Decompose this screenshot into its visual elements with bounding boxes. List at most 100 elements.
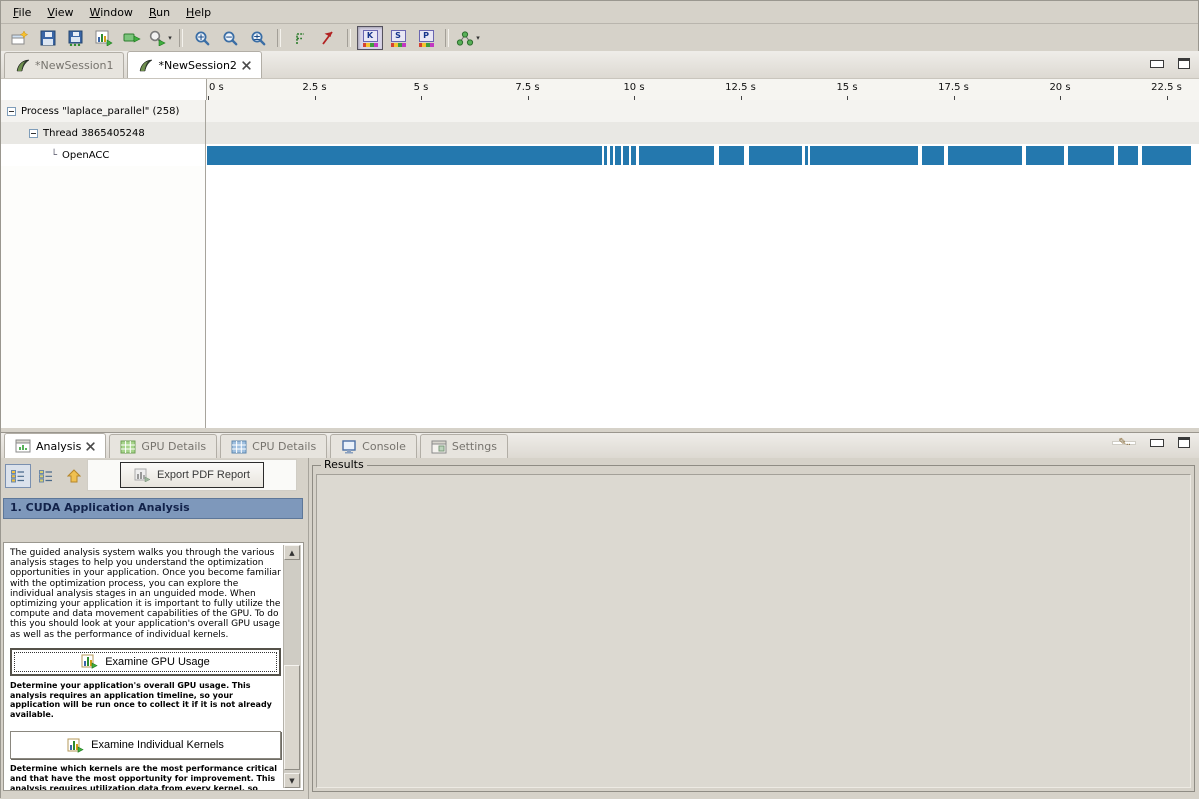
tab-label: Console bbox=[362, 440, 406, 453]
openacc-activity-segment[interactable] bbox=[639, 146, 714, 165]
openacc-activity-segment[interactable] bbox=[1026, 146, 1064, 165]
new-session-button[interactable] bbox=[7, 26, 33, 50]
timeline-row-band bbox=[206, 100, 1199, 122]
openacc-activity-segment[interactable] bbox=[207, 146, 602, 165]
analysis-toolbar: Export PDF Report bbox=[1, 458, 308, 494]
guided-analysis-view-button[interactable] bbox=[5, 464, 31, 488]
flag-marker-button[interactable] bbox=[315, 26, 341, 50]
save-all-icon bbox=[68, 30, 84, 46]
maximize-icon[interactable] bbox=[1178, 437, 1190, 448]
openacc-activity-segment[interactable] bbox=[610, 146, 613, 165]
analysis-scrollbar[interactable]: ▲ ▼ bbox=[283, 545, 301, 788]
save-all-button[interactable] bbox=[63, 26, 89, 50]
view-menu-pencil-icon[interactable]: ✎.. bbox=[1112, 441, 1136, 445]
chevron-down-icon[interactable]: ▾ bbox=[168, 34, 172, 42]
zoom-tool-button[interactable]: ▾ bbox=[147, 26, 173, 50]
timeline-row-band bbox=[206, 122, 1199, 144]
timeline-canvas[interactable] bbox=[206, 100, 1199, 428]
minimize-icon[interactable] bbox=[1150, 60, 1164, 68]
openacc-activity-segment[interactable] bbox=[922, 146, 944, 165]
session-tab-1[interactable]: *NewSession1 bbox=[4, 52, 124, 78]
free-marker-icon bbox=[293, 30, 307, 46]
console-icon bbox=[341, 440, 357, 454]
analysis-section-title: 1. CUDA Application Analysis bbox=[10, 501, 190, 514]
openacc-activity-segment[interactable] bbox=[623, 146, 629, 165]
openacc-activity-segment[interactable] bbox=[805, 146, 808, 165]
ruler-label: 20 s bbox=[1049, 82, 1070, 93]
menu-window[interactable]: Window bbox=[82, 3, 141, 22]
ruler-label: 7.5 s bbox=[515, 82, 539, 93]
scroll-up-icon[interactable]: ▲ bbox=[284, 545, 300, 560]
session-tab-2[interactable]: *NewSession2 bbox=[127, 51, 261, 78]
time-ruler[interactable]: 0 s2.5 s5 s7.5 s10 s12.5 s15 s17.5 s20 s… bbox=[206, 79, 1199, 101]
action-button-label: Examine GPU Usage bbox=[105, 656, 210, 668]
tab-console[interactable]: Console bbox=[330, 434, 417, 458]
stream-coloring-button[interactable]: S bbox=[385, 26, 411, 50]
tree-row-label: OpenACC bbox=[62, 150, 109, 161]
openacc-activity-segment[interactable] bbox=[1142, 146, 1191, 165]
promote-icon bbox=[67, 469, 81, 484]
ruler-label: 10 s bbox=[623, 82, 644, 93]
openacc-activity-segment[interactable] bbox=[1118, 146, 1138, 165]
openacc-activity-segment[interactable] bbox=[1068, 146, 1114, 165]
menu-file[interactable]: File bbox=[5, 3, 39, 22]
examine-individual-kernels-button[interactable]: Examine Individual Kernels bbox=[10, 731, 281, 759]
zoom-fit-icon: ± bbox=[250, 30, 267, 47]
examine-chart-icon bbox=[67, 738, 85, 753]
tab-cpu-details[interactable]: CPU Details bbox=[220, 434, 327, 458]
results-legend: Results bbox=[321, 458, 367, 471]
examine-chart-icon bbox=[81, 654, 99, 669]
tab-analysis[interactable]: Analysis bbox=[4, 433, 106, 458]
results-empty-panel bbox=[316, 474, 1191, 788]
kernel-coloring-button[interactable]: K bbox=[357, 26, 383, 50]
tab-gpu-details[interactable]: GPU Details bbox=[109, 434, 217, 458]
zoom-out-button[interactable]: − bbox=[217, 26, 243, 50]
tree-row-label: Thread 3865405248 bbox=[43, 128, 145, 139]
openacc-activity-segment[interactable] bbox=[631, 146, 637, 165]
leaf-connector: └ bbox=[51, 150, 57, 161]
openacc-activity-segment[interactable] bbox=[604, 146, 607, 165]
tree-row-thread[interactable]: Thread 3865405248 bbox=[1, 122, 205, 144]
free-marker-button[interactable] bbox=[287, 26, 313, 50]
menu-help[interactable]: Help bbox=[178, 3, 219, 22]
maximize-icon[interactable] bbox=[1178, 58, 1190, 69]
guided-analysis-view-icon bbox=[10, 469, 26, 483]
menu-view[interactable]: View bbox=[39, 3, 81, 22]
tab-label: GPU Details bbox=[141, 440, 206, 453]
zoom-out-icon: − bbox=[222, 30, 239, 47]
minimize-icon[interactable] bbox=[1150, 439, 1164, 447]
timeline-row-tree: Process "laplace_parallel" (258) Thread 3… bbox=[1, 100, 206, 428]
menubar: FileViewWindowRunHelp bbox=[1, 1, 1198, 24]
expander-minus-icon[interactable] bbox=[29, 129, 38, 138]
openacc-activity-segment[interactable] bbox=[948, 146, 1022, 165]
action-button-label: Examine Individual Kernels bbox=[91, 739, 224, 751]
tree-row-openacc[interactable]: └ OpenACC bbox=[1, 144, 205, 166]
process-coloring-button[interactable]: P bbox=[413, 26, 439, 50]
unguided-analysis-view-button[interactable] bbox=[33, 464, 59, 488]
analysis-methods-button[interactable]: ▾ bbox=[455, 26, 481, 50]
openacc-activity-segment[interactable] bbox=[719, 146, 744, 165]
toolbar-separator bbox=[445, 29, 449, 47]
close-icon[interactable] bbox=[86, 442, 95, 451]
menu-run[interactable]: Run bbox=[141, 3, 178, 22]
scroll-down-icon[interactable]: ▼ bbox=[284, 773, 300, 788]
tab-settings[interactable]: Settings bbox=[420, 434, 508, 458]
session-tab-label: *NewSession1 bbox=[35, 59, 113, 72]
chevron-down-icon[interactable]: ▾ bbox=[476, 34, 480, 42]
scrollbar-thumb[interactable] bbox=[284, 665, 300, 770]
ruler-label: 15 s bbox=[836, 82, 857, 93]
export-pdf-report-button[interactable]: Export PDF Report bbox=[120, 462, 264, 488]
generate-timeline-button[interactable] bbox=[91, 26, 117, 50]
openacc-activity-segment[interactable] bbox=[810, 146, 918, 165]
openacc-activity-segment[interactable] bbox=[615, 146, 621, 165]
zoom-in-button[interactable]: + bbox=[189, 26, 215, 50]
save-button[interactable] bbox=[35, 26, 61, 50]
close-icon[interactable] bbox=[242, 61, 251, 70]
openacc-activity-segment[interactable] bbox=[749, 146, 802, 165]
promote-button[interactable] bbox=[61, 464, 87, 488]
zoom-fit-button[interactable]: ± bbox=[245, 26, 271, 50]
examine-gpu-usage-button[interactable]: Examine GPU Usage bbox=[10, 648, 281, 676]
expander-minus-icon[interactable] bbox=[7, 107, 16, 116]
resize-rows-button[interactable] bbox=[119, 26, 145, 50]
tree-row-process[interactable]: Process "laplace_parallel" (258) bbox=[1, 100, 205, 122]
